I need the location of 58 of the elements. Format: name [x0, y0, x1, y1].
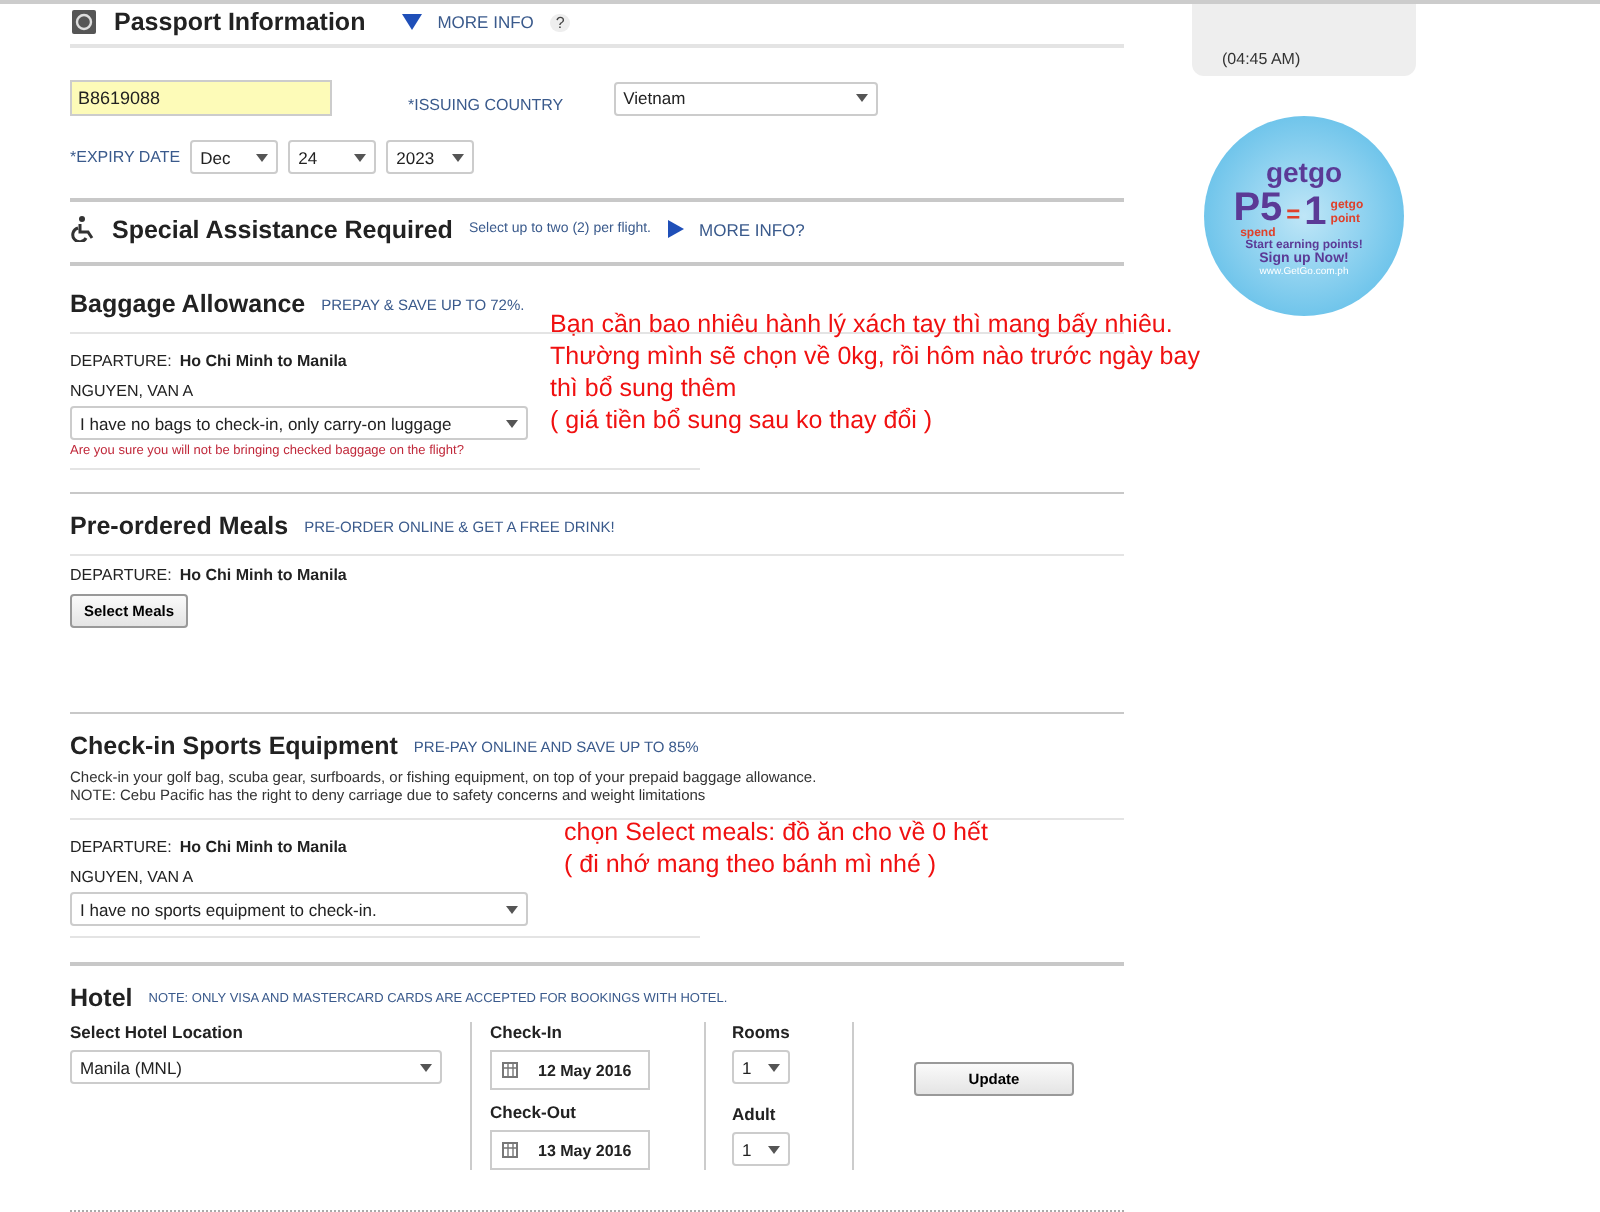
triangle-down-icon [401, 14, 422, 30]
section-title: Check-in Sports Equipment [70, 732, 398, 761]
departure-label: DEPARTURE: [70, 566, 172, 585]
more-info-link[interactable]: MORE INFO [437, 12, 534, 32]
help-icon[interactable]: ? [549, 13, 571, 31]
passport-number-field[interactable]: B8619088 [70, 80, 332, 116]
route-text: Ho Chi Minh to Manila [179, 352, 347, 371]
check-in-field[interactable]: 12 May 2016 [490, 1050, 650, 1091]
route-text: Ho Chi Minh to Manila [179, 838, 347, 857]
wheelchair-icon [70, 216, 96, 243]
annotation-text: Bạn cần bao nhiêu hành lý xách tay thì mang bấy nhiêu. Thường mình sẽ chọn về 0kg, rồi hôm nào trước ngày bay thì bổ sung thêm ( giá tiền bổ sung sau ko thay đổi ) [550, 308, 1200, 436]
adult-dropdown[interactable]: 1 [732, 1132, 790, 1167]
caret-icon [506, 419, 518, 428]
field-label: Check-Out [490, 1102, 578, 1123]
rooms-dropdown[interactable]: 1 [732, 1050, 790, 1085]
field-label: Rooms [732, 1022, 792, 1043]
section-title: Hotel [70, 984, 133, 1013]
sports-dropdown[interactable]: I have no sports equipment to check-in. [70, 892, 528, 927]
departure-label: DEPARTURE: [70, 838, 172, 857]
calendar-icon [502, 1062, 518, 1079]
more-info-link[interactable]: MORE INFO? [699, 219, 805, 240]
baggage-dropdown[interactable]: I have no bags to check-in, only carry-on luggage [70, 406, 528, 441]
field-label: *EXPIRY DATE [70, 148, 181, 166]
section-title: Passport Information [114, 8, 366, 36]
calendar-icon [502, 1142, 518, 1159]
caret-icon [354, 153, 367, 161]
location-dropdown[interactable]: Manila (MNL) [70, 1050, 442, 1085]
passenger-name: NGUYEN, VAN A [70, 868, 194, 887]
caret-icon [768, 1145, 780, 1154]
country-dropdown[interactable]: Vietnam [613, 81, 878, 115]
section-title: Baggage Allowance [70, 290, 306, 319]
annotation-text: chọn Select meals: đồ ăn cho về 0 hết ( đi nhớ mang theo bánh mì nhé ) [564, 816, 990, 880]
section-title: Pre-ordered Meals [70, 512, 289, 541]
day-dropdown[interactable]: 24 [288, 140, 377, 174]
caret-icon [420, 1063, 432, 1072]
departure-label: DEPARTURE: [70, 352, 172, 371]
passenger-name: NGUYEN, VAN A [70, 382, 194, 401]
month-dropdown[interactable]: Dec [190, 140, 279, 174]
brand-text: getgo [1265, 155, 1343, 187]
field-label: Adult [732, 1104, 778, 1125]
section-title: Special Assistance Required [112, 215, 453, 244]
caret-icon [855, 94, 868, 102]
field-label: *ISSUING COUNTRY [408, 95, 564, 113]
passport-icon [70, 8, 98, 36]
check-out-field[interactable]: 13 May 2016 [490, 1130, 650, 1171]
caret-icon [256, 153, 269, 161]
caret-icon [768, 1063, 780, 1072]
amount-text: P5 [1233, 187, 1283, 227]
time-text: (04:45 AM) [1222, 50, 1301, 68]
caret-icon [506, 905, 518, 914]
equals-text: = [1286, 199, 1301, 227]
caret-icon [452, 153, 465, 161]
field-label: Check-In [490, 1022, 564, 1043]
triangle-right-icon [667, 220, 683, 239]
field-label: Select Hotel Location [70, 1022, 245, 1043]
year-dropdown[interactable]: 2023 [386, 140, 475, 174]
points-text: 1 [1304, 190, 1327, 236]
route-text: Ho Chi Minh to Manila [179, 566, 347, 585]
